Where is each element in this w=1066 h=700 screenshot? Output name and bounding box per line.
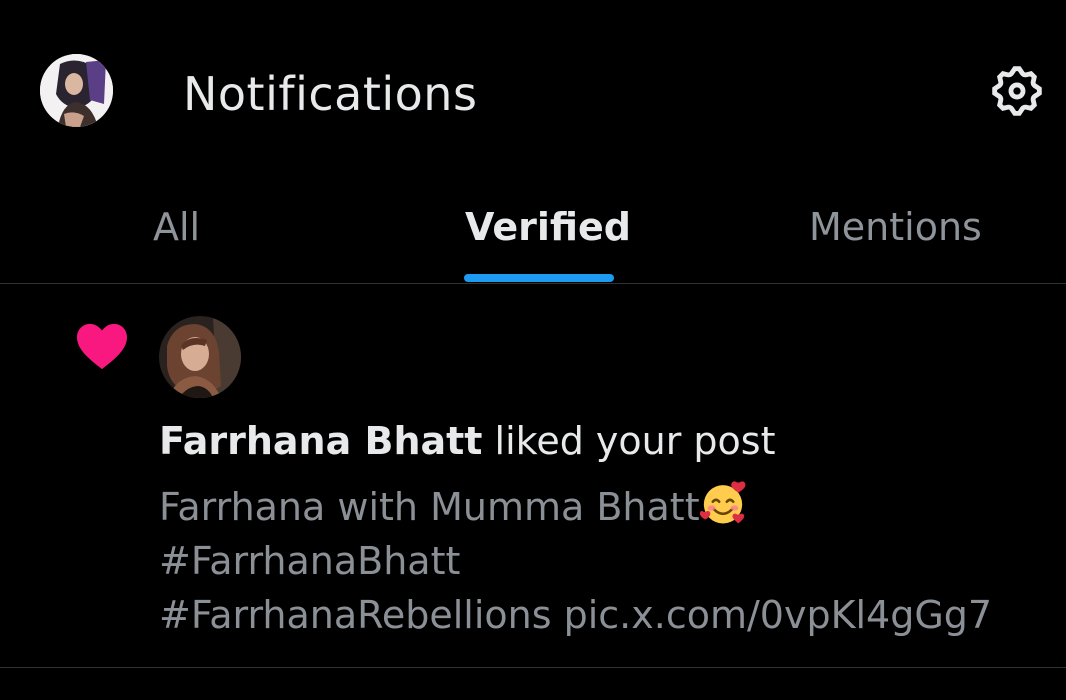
notification-item[interactable]: Farrhana Bhatt liked your post Farrhana … xyxy=(0,284,1066,668)
top-app-bar: Notifications xyxy=(0,0,1066,180)
heart-icon xyxy=(77,323,127,370)
profile-avatar[interactable] xyxy=(40,54,113,127)
page-title: Notifications xyxy=(183,67,478,121)
notification-user-name[interactable]: Farrhana Bhatt xyxy=(159,419,482,463)
tab-all[interactable]: All xyxy=(0,180,355,283)
user-avatar[interactable] xyxy=(159,316,241,398)
post-preview-line: #FarrhanaRebellions pic.x.com/0vpKl4gGg7 xyxy=(159,593,993,637)
post-preview-text: Farrhana with Mumma Bhatt xyxy=(159,485,700,529)
tab-verified[interactable]: Verified xyxy=(355,180,711,283)
notification-text: Farrhana Bhatt liked your post xyxy=(159,416,775,466)
tab-mentions-label: Mentions xyxy=(809,205,982,249)
active-tab-indicator xyxy=(464,274,614,282)
tab-verified-label: Verified xyxy=(465,205,632,249)
tab-all-label: All xyxy=(153,205,201,249)
post-preview-line: #FarrhanaBhatt xyxy=(159,539,461,583)
smiling-face-with-hearts-emoji xyxy=(699,481,746,524)
gear-icon xyxy=(992,66,1042,116)
profile-avatar-image xyxy=(40,54,113,127)
post-preview: Farrhana with Mumma Bhatt #FarrhanaBhatt… xyxy=(159,480,1039,642)
settings-button[interactable] xyxy=(988,62,1046,120)
user-avatar-image xyxy=(159,316,241,398)
notification-tabs: All Verified Mentions xyxy=(0,180,1066,284)
tab-mentions[interactable]: Mentions xyxy=(711,180,1066,283)
notification-action: liked your post xyxy=(482,419,776,463)
post-preview-line: Farrhana with Mumma Bhatt xyxy=(159,480,1039,534)
